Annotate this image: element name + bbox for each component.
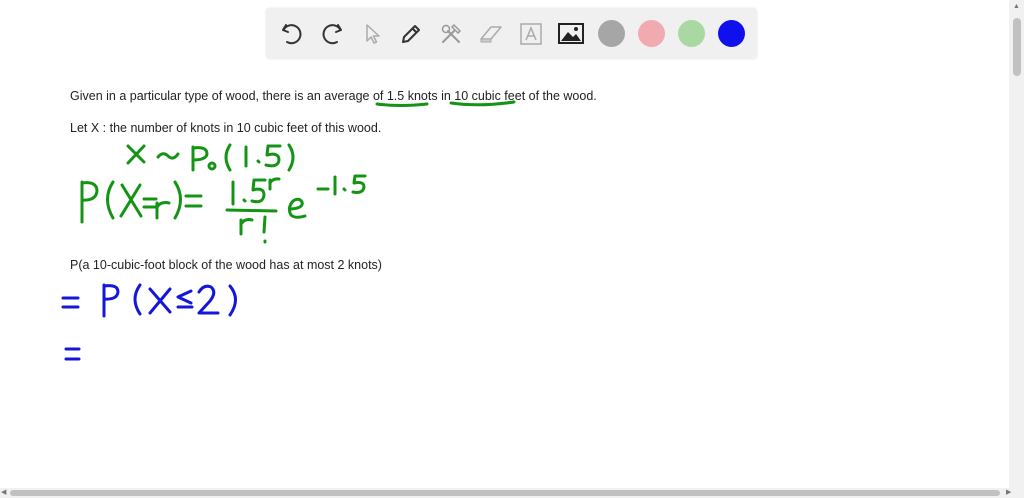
handwritten-pmf [80, 174, 367, 244]
scroll-right-arrow[interactable]: ▶ [1006, 488, 1011, 498]
underline-cubic-feet [449, 100, 516, 107]
horizontal-scrollbar[interactable]: ◀ ▶ [0, 488, 1024, 498]
handwritten-annotations [61, 100, 516, 361]
vertical-scrollbar[interactable]: ▲ [1009, 0, 1024, 488]
horizontal-scroll-thumb[interactable] [10, 490, 1000, 496]
scroll-left-arrow[interactable]: ◀ [1, 488, 6, 498]
handwritten-distribution [126, 143, 295, 172]
handwritten-step-1 [61, 283, 237, 318]
underline-knots [375, 102, 429, 107]
vertical-scroll-thumb[interactable] [1013, 18, 1021, 76]
handwritten-step-2 [64, 347, 81, 361]
scroll-up-arrow[interactable]: ▲ [1013, 2, 1020, 12]
